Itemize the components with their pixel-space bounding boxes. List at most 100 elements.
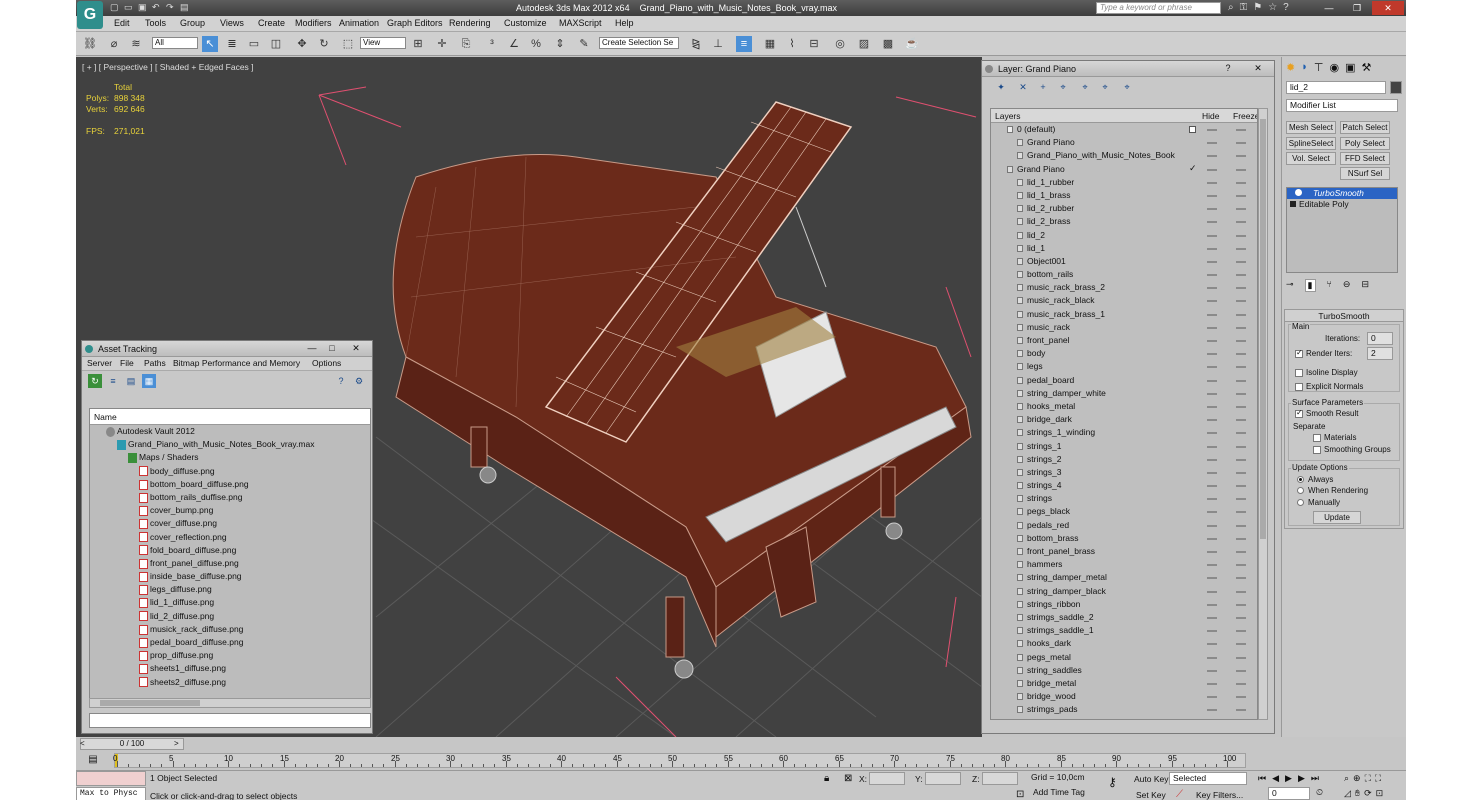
layer-object-row[interactable]: lid_1 [991, 242, 1257, 255]
freeze-toggle[interactable] [1236, 498, 1246, 501]
hide-toggle[interactable] [1207, 590, 1217, 593]
asset-map-item[interactable]: bottom_rails_duffise.png [90, 491, 370, 504]
remove-modifier-icon[interactable]: ⊖ [1343, 279, 1351, 292]
hide-toggle[interactable] [1207, 353, 1217, 356]
hierarchy-tab-icon[interactable]: ⊤ [1314, 61, 1324, 74]
hide-toggle[interactable] [1207, 551, 1217, 553]
expand-icon[interactable] [1290, 201, 1296, 207]
freeze-toggle[interactable] [1236, 353, 1246, 356]
create-tab-icon[interactable]: ✹ [1286, 61, 1295, 74]
hide-toggle[interactable] [1207, 234, 1217, 237]
menu-animation[interactable]: Animation [339, 18, 379, 28]
layer-object-row[interactable]: bottom_rails [991, 268, 1257, 281]
help-icon[interactable]: ? [1283, 2, 1289, 13]
hide-toggle[interactable] [1207, 577, 1217, 580]
table-view-icon[interactable]: ▦ [142, 374, 156, 388]
asset-name-column[interactable]: Name [90, 409, 370, 425]
freeze-toggle[interactable] [1236, 194, 1246, 197]
layer-object-row[interactable]: lid_2_rubber [991, 202, 1257, 215]
hide-toggle[interactable] [1207, 208, 1217, 211]
detail-view-icon[interactable]: ▤ [124, 374, 138, 388]
freeze-toggle[interactable] [1236, 682, 1246, 685]
hide-toggle[interactable] [1207, 458, 1217, 461]
hide-toggle[interactable] [1207, 616, 1217, 619]
hide-toggle[interactable] [1207, 142, 1217, 145]
freeze-toggle[interactable] [1236, 471, 1246, 474]
asset-map-item[interactable]: sheets1_diffuse.png [90, 662, 370, 675]
freeze-toggle[interactable] [1236, 590, 1246, 593]
update-button[interactable]: Update [1313, 511, 1361, 524]
hide-toggle[interactable] [1207, 643, 1217, 646]
highlight-layers-icon[interactable]: ⌖ [1078, 80, 1092, 94]
layer-object-row[interactable]: music_rack_black [991, 294, 1257, 307]
hide-toggle[interactable] [1207, 485, 1217, 488]
time-slider[interactable]: 0 / 100 [80, 738, 184, 750]
render-iters-spinner[interactable]: 2 [1367, 347, 1393, 360]
undo-icon[interactable]: ↶ [152, 2, 162, 13]
asset-map-item[interactable]: legs_diffuse.png [90, 583, 370, 596]
asset-menu-server[interactable]: Server [87, 358, 112, 368]
communication-icon[interactable]: ⚑ [1253, 2, 1262, 13]
layer-object-row[interactable]: string_saddles [991, 664, 1257, 677]
nsurf-sel-button[interactable]: NSurf Sel [1340, 167, 1390, 180]
menu-graph-editors[interactable]: Graph Editors [387, 18, 443, 28]
layer-object-row[interactable]: bridge_wood [991, 690, 1257, 703]
layer-default[interactable]: 0 (default) [991, 123, 1257, 136]
layer-object-row[interactable]: string_damper_white [991, 387, 1257, 400]
material-editor-icon[interactable]: ◎ [832, 36, 848, 52]
layer-object-row[interactable]: front_panel [991, 334, 1257, 347]
hide-toggle[interactable] [1207, 669, 1217, 672]
selection-filter-dropdown[interactable]: All [152, 37, 198, 49]
hide-toggle[interactable] [1207, 696, 1217, 699]
asset-menu-file[interactable]: File [120, 358, 134, 368]
iterations-spinner[interactable]: 0 [1367, 332, 1393, 345]
hide-toggle[interactable] [1207, 168, 1217, 171]
next-frame-arrow-icon[interactable]: > [174, 739, 179, 748]
layer-object-row[interactable]: strimgs_saddle_2 [991, 611, 1257, 624]
set-key-key-icon[interactable]: ⚷ [1108, 775, 1117, 789]
go-to-start-icon[interactable]: ⏮ [1258, 773, 1266, 784]
hide-toggle[interactable] [1207, 656, 1217, 659]
hide-toggle[interactable] [1207, 379, 1217, 382]
freeze-toggle[interactable] [1236, 326, 1246, 329]
app-logo-icon[interactable]: G [77, 1, 103, 29]
hide-toggle[interactable] [1207, 340, 1217, 342]
layer-object-row[interactable]: pegs_metal [991, 651, 1257, 664]
play-icon[interactable]: ▶ [1285, 773, 1292, 784]
make-unique-icon[interactable]: ⑂ [1327, 279, 1332, 292]
mesh-select-button[interactable]: Mesh Select [1286, 121, 1336, 134]
x-coordinate-field[interactable] [869, 772, 905, 785]
rotate-icon[interactable]: ↻ [316, 36, 332, 52]
search-input[interactable]: Type a keyword or phrase [1096, 2, 1221, 14]
hide-toggle[interactable] [1207, 287, 1217, 290]
align-icon[interactable]: ⊥ [710, 36, 726, 52]
snaps-toggle-icon[interactable]: ³ [484, 36, 500, 52]
layer-object-row[interactable]: strimgs_saddle_1 [991, 624, 1257, 637]
freeze-toggle[interactable] [1236, 379, 1246, 382]
track-bar-menu-icon[interactable]: ▤ [84, 752, 102, 768]
asset-minimize-button[interactable]: — [304, 342, 320, 355]
freeze-toggle[interactable] [1236, 247, 1246, 250]
key-mode-dropdown[interactable]: Selected [1169, 772, 1247, 785]
freeze-toggle[interactable] [1236, 630, 1246, 633]
layer-object-row[interactable]: strimgs_pads [991, 703, 1257, 716]
rectangular-selection-icon[interactable]: ▭ [246, 36, 262, 52]
layer-object-row[interactable]: lid_1_brass [991, 189, 1257, 202]
keyboard-shortcut-icon[interactable]: ⎘ [458, 36, 474, 52]
layer-object-row[interactable]: lid_2 [991, 229, 1257, 242]
link-icon[interactable]: ⛓ [82, 36, 98, 52]
hide-unhide-all-icon[interactable]: ⌖ [1098, 80, 1112, 94]
bind-space-warp-icon[interactable]: ≋ [128, 36, 144, 52]
motion-tab-icon[interactable]: ◉ [1329, 61, 1339, 74]
layer-object-row[interactable]: pedal_board [991, 374, 1257, 387]
go-to-end-icon[interactable]: ⏭ [1311, 773, 1319, 784]
layer-object-row[interactable]: strings [991, 492, 1257, 505]
freeze-toggle[interactable] [1236, 168, 1246, 171]
hide-toggle[interactable] [1207, 405, 1217, 408]
freeze-toggle[interactable] [1236, 405, 1246, 408]
stack-item-turbosmooth[interactable]: TurboSmooth [1287, 188, 1397, 199]
smooth-result-checkbox[interactable] [1295, 408, 1303, 418]
layer-object-row[interactable]: legs [991, 360, 1257, 373]
freeze-toggle[interactable] [1236, 458, 1246, 461]
freeze-toggle[interactable] [1236, 551, 1246, 553]
